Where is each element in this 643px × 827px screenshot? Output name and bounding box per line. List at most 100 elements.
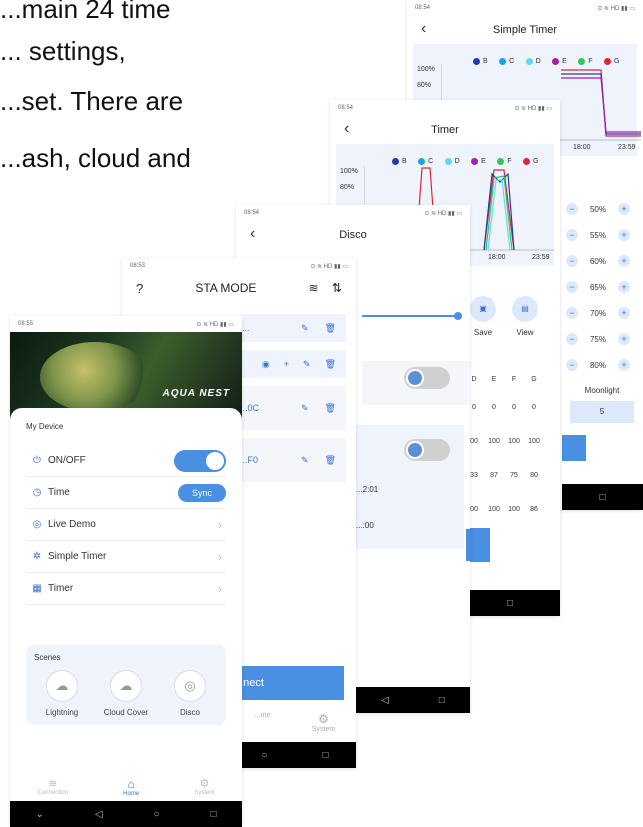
system-nav-bar: □	[562, 484, 643, 510]
y-axis-label: 100%	[340, 168, 358, 175]
plus-button[interactable]: +	[618, 281, 630, 293]
nav-home[interactable]: ⌂ Home	[123, 777, 139, 797]
recents-nav-icon[interactable]: □	[210, 809, 216, 820]
save-button[interactable]: ▣ Save	[470, 296, 496, 337]
plus-button[interactable]: +	[618, 307, 630, 319]
minus-button[interactable]: −	[566, 255, 578, 267]
scene-lightning[interactable]: ☁ Lightning	[32, 670, 92, 717]
plus-button[interactable]: +	[618, 333, 630, 345]
confirm-button[interactable]	[466, 529, 470, 561]
wifi-icon[interactable]: ≋	[309, 281, 319, 295]
add-icon[interactable]: +	[284, 359, 289, 369]
legend-item: C	[418, 157, 433, 165]
toggle-switch[interactable]	[404, 439, 450, 461]
moonlight-input[interactable]: 5	[570, 401, 634, 423]
demo-icon: ◎	[32, 519, 42, 530]
down-nav-icon[interactable]: ⌄	[35, 809, 43, 820]
page-title: Timer	[431, 124, 459, 136]
live-demo-row[interactable]: ◎ Live Demo ›	[26, 509, 226, 541]
confirm-button[interactable]	[562, 435, 586, 461]
action-row: ▣ Save ▤ View	[470, 296, 538, 337]
edit-icon[interactable]: ✎	[301, 455, 309, 466]
edit-icon[interactable]: ✎	[301, 403, 309, 414]
percent-stepper: −50% +	[562, 196, 642, 222]
onoff-row: ⏻ ON/OFF	[26, 445, 226, 477]
device-row[interactable]: ◉ + ✎ 🗑	[240, 350, 346, 378]
back-nav-icon[interactable]: ◁	[381, 695, 389, 706]
scene-cloud-cover[interactable]: ☁ Cloud Cover	[96, 670, 156, 717]
sync-button[interactable]: Sync	[177, 483, 226, 502]
minus-button[interactable]: −	[566, 203, 578, 215]
nav-system[interactable]: ⚙ System	[194, 777, 214, 797]
device-row[interactable]: ...F0 ✎ 🗑	[240, 438, 346, 482]
system-nav-bar: ◁ □	[356, 687, 470, 713]
plus-button[interactable]: +	[618, 203, 630, 215]
back-nav-icon[interactable]: ◁	[95, 809, 103, 820]
view-button[interactable]: ▤ View	[512, 296, 538, 337]
delete-icon[interactable]: 🗑	[325, 359, 336, 370]
chevron-right-icon: ›	[218, 581, 222, 596]
end-time[interactable]: ...:00	[356, 521, 374, 530]
radio-icon[interactable]: ◉	[262, 359, 270, 370]
power-toggle[interactable]	[174, 449, 226, 472]
back-icon[interactable]: ‹	[344, 120, 349, 138]
delete-icon[interactable]: 🗑	[325, 455, 336, 466]
edit-icon[interactable]: ✎	[303, 359, 311, 370]
plus-button[interactable]: +	[618, 255, 630, 267]
nav-connection[interactable]: ≋ Connection	[38, 777, 68, 797]
minus-button[interactable]: −	[566, 281, 578, 293]
device-list: ... ✎ 🗑 ◉ + ✎ 🗑 ...0C ✎ 🗑 ...F0 ✎ 🗑	[240, 314, 346, 482]
timer-row[interactable]: ▦ Timer ›	[26, 573, 226, 605]
header: ‹ Simple Timer	[407, 16, 643, 44]
minus-button[interactable]: −	[566, 333, 578, 345]
home-screen: 08:55 ⊙ ≋ HD ▮▮ ▭ AQUA NEST My Device ⏻ O…	[10, 316, 242, 827]
sun-icon: ✲	[32, 551, 42, 562]
plus-button[interactable]: +	[618, 359, 630, 371]
toggle-switch[interactable]	[404, 367, 450, 389]
table-row: 00 100 100 86	[470, 506, 538, 513]
help-icon[interactable]: ?	[136, 281, 143, 296]
header: ‹ Disco	[236, 221, 470, 249]
scene-disco[interactable]: ◎ Disco	[160, 670, 220, 717]
device-label: ...F0	[240, 455, 259, 465]
x-axis-label: 23:59	[618, 144, 636, 151]
clock-icon: ◷	[32, 487, 42, 498]
timer-card: ...2:01 ...:00	[356, 425, 464, 549]
home-nav-icon[interactable]: □	[599, 492, 605, 503]
back-icon[interactable]: ‹	[250, 225, 255, 243]
slider-handle[interactable]	[454, 312, 462, 320]
plus-button[interactable]: +	[618, 229, 630, 241]
home-nav-icon[interactable]: □	[439, 695, 445, 706]
switch-icon[interactable]: ⇅	[332, 281, 342, 295]
nav-system[interactable]: ⚙ System	[312, 712, 335, 733]
system-nav-bar: ○ □	[234, 742, 356, 768]
back-nav-icon[interactable]: ○	[261, 750, 267, 761]
minus-button[interactable]: −	[566, 359, 578, 371]
start-time[interactable]: ...2:01	[356, 485, 378, 494]
speed-slider[interactable]	[362, 312, 462, 320]
edit-icon[interactable]: ✎	[301, 323, 309, 334]
status-bar: 08:53 ⊙ ≋ HD ▮▮ ▭	[130, 263, 348, 270]
device-row[interactable]: ... ✎ 🗑	[240, 314, 346, 342]
status-bar: 08:54 ⊙ ≋ HD ▮▮ ▭	[244, 210, 462, 217]
minus-button[interactable]: −	[566, 229, 578, 241]
device-row[interactable]: ...0C ✎ 🗑	[240, 386, 346, 430]
delete-icon[interactable]: 🗑	[325, 323, 336, 334]
back-icon[interactable]: ‹	[421, 20, 426, 38]
simple-timer-row[interactable]: ✲ Simple Timer ›	[26, 541, 226, 573]
table-row: 0000	[472, 404, 536, 411]
connect-button[interactable]: ...nect	[234, 666, 344, 700]
home-nav-icon[interactable]: □	[322, 750, 328, 761]
nav-home[interactable]: ...me	[255, 712, 271, 733]
delete-icon[interactable]: 🗑	[325, 403, 336, 414]
step-list: −50% + −55% + −60% + −65% + −70% + −75% + −80%…	[562, 196, 642, 461]
page-title: Simple Timer	[492, 24, 558, 36]
connection-icon: ≋	[48, 778, 58, 790]
home-nav-icon[interactable]: ○	[153, 809, 159, 820]
coral-shape	[40, 342, 150, 412]
percent-stepper: −60% +	[562, 248, 642, 274]
page-title: Disco	[339, 229, 367, 241]
home-nav-icon[interactable]: □	[507, 598, 513, 609]
minus-button[interactable]: −	[566, 307, 578, 319]
percent-stepper: −65% +	[562, 274, 642, 300]
